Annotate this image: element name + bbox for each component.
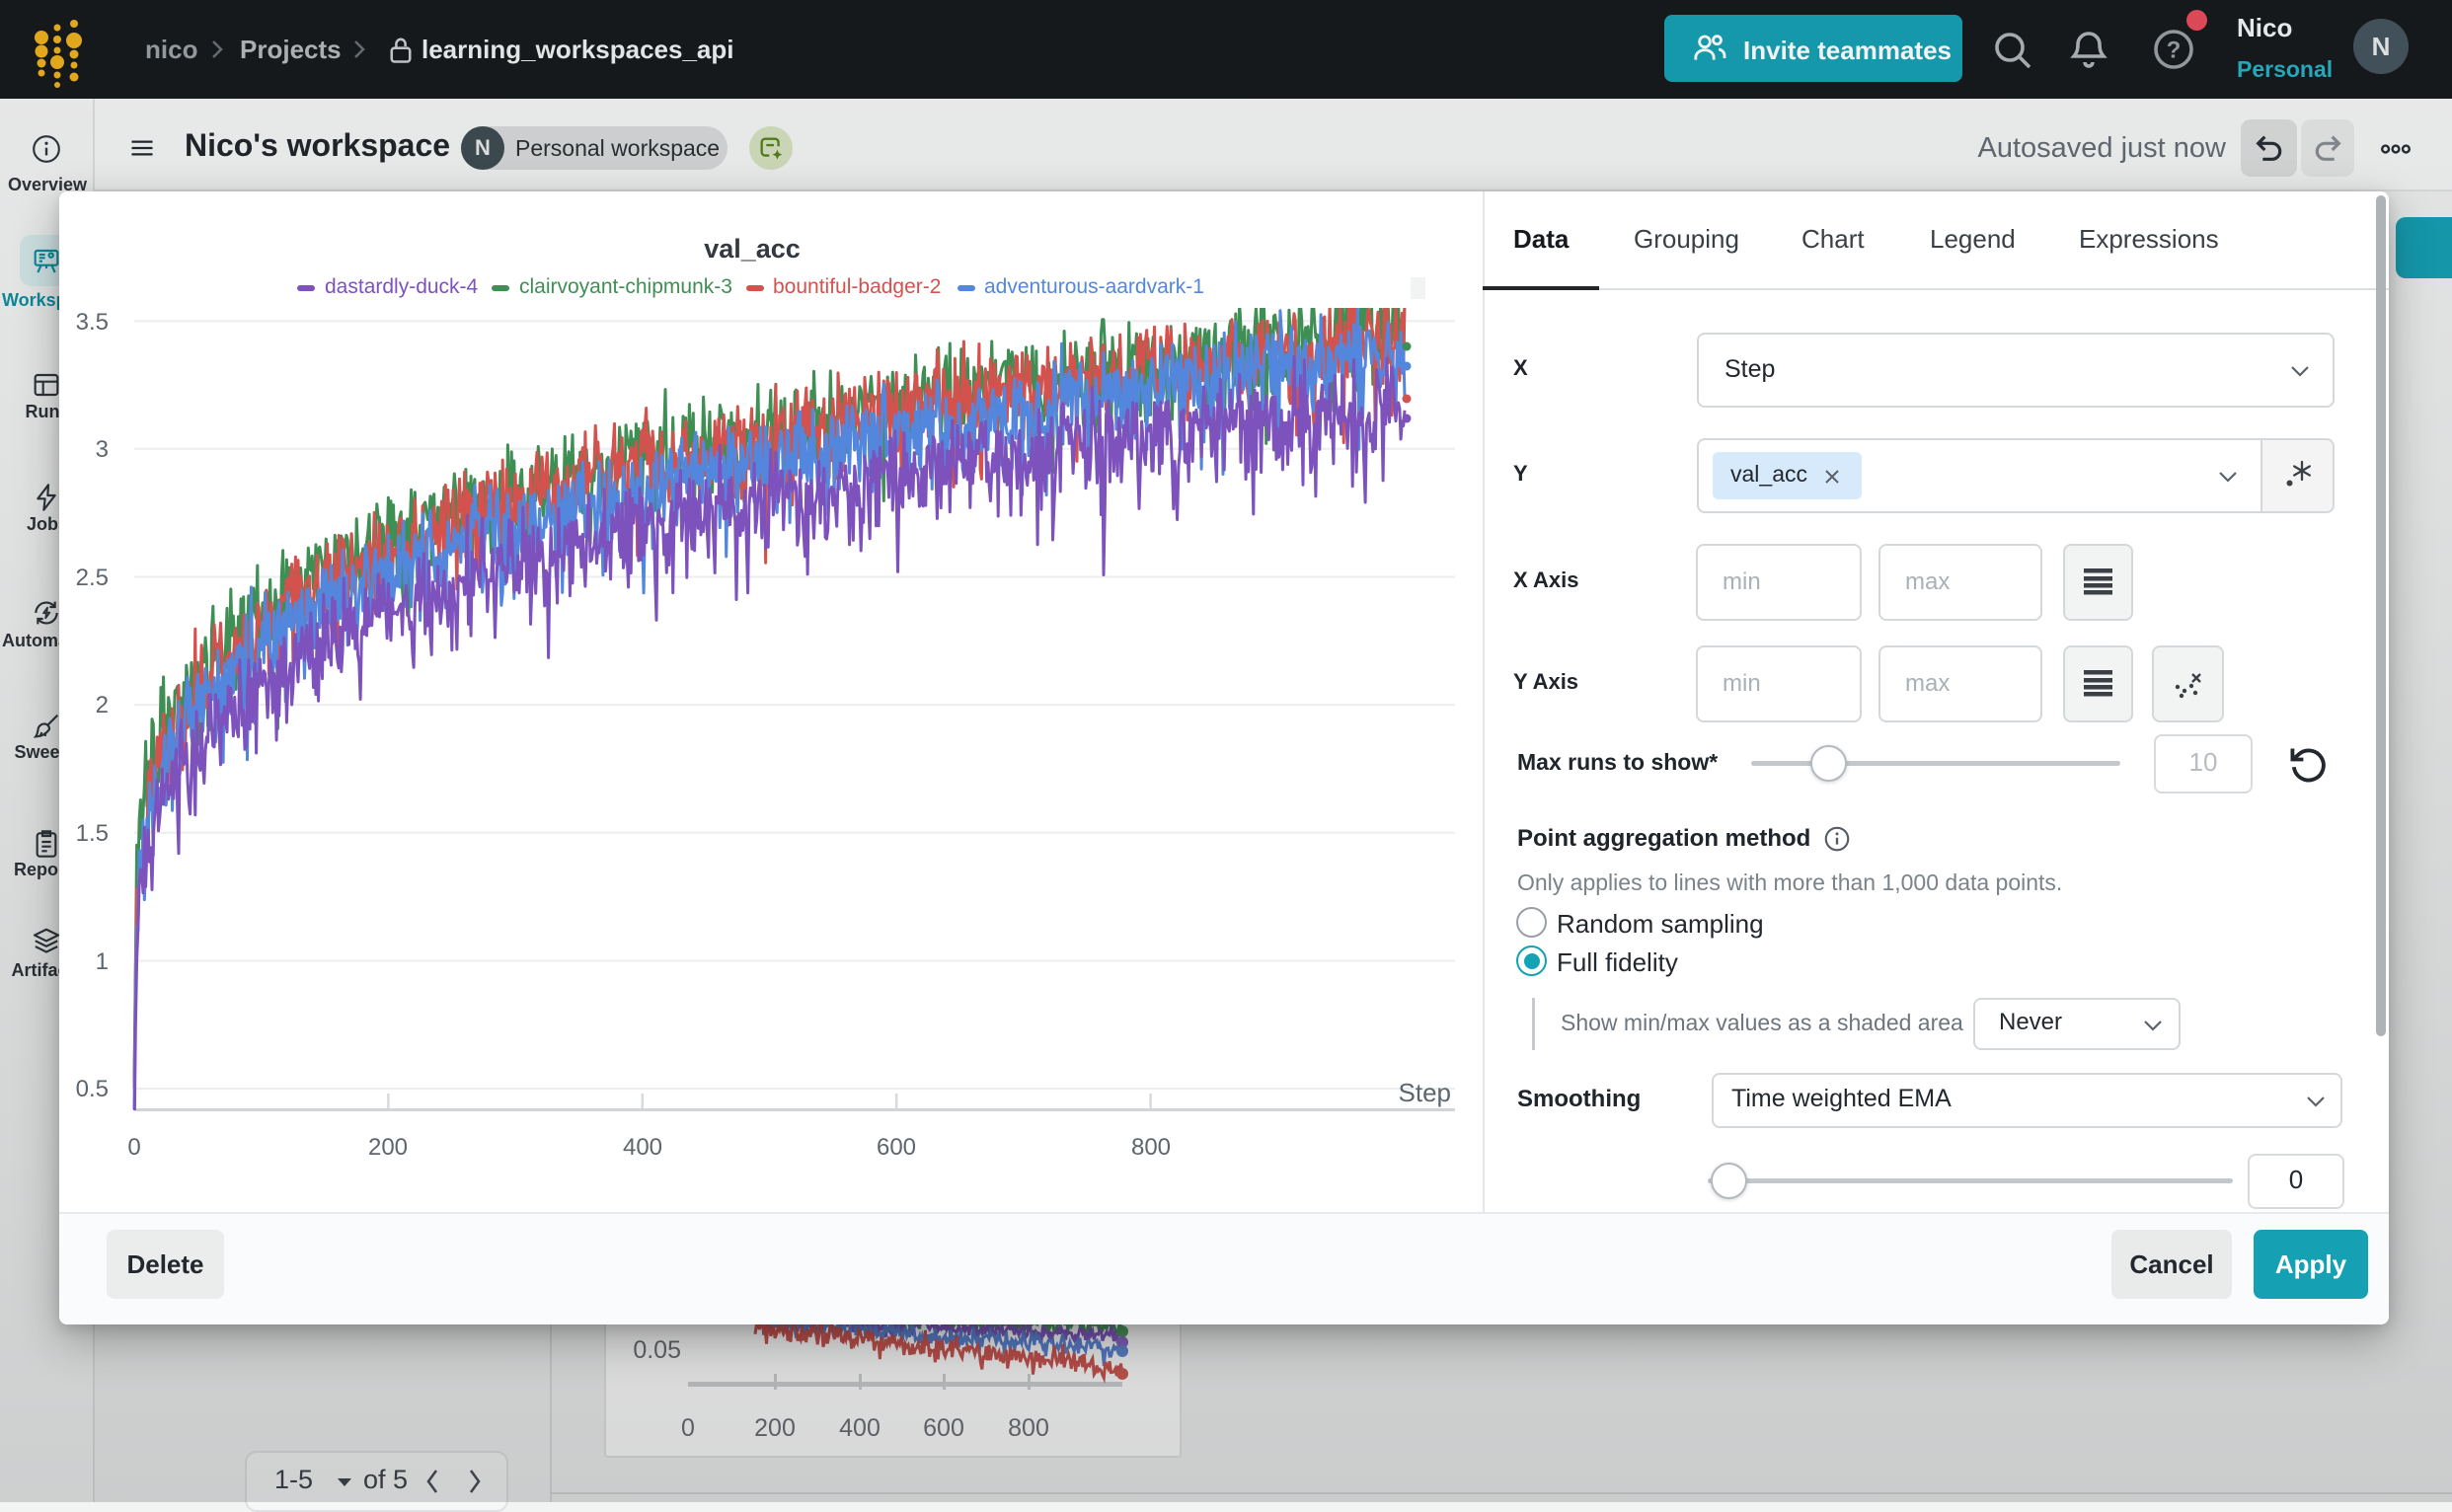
svg-text:2.5: 2.5 xyxy=(76,565,109,591)
svg-text:400: 400 xyxy=(623,1134,662,1161)
svg-text:600: 600 xyxy=(877,1134,916,1161)
svg-text:Step: Step xyxy=(1399,1078,1452,1107)
svg-text:2: 2 xyxy=(96,692,109,718)
svg-text:1: 1 xyxy=(96,948,109,975)
svg-text:800: 800 xyxy=(1131,1134,1171,1161)
svg-text:3: 3 xyxy=(96,436,109,463)
svg-text:0: 0 xyxy=(127,1134,140,1161)
svg-text:3.5: 3.5 xyxy=(76,309,109,336)
svg-text:0.5: 0.5 xyxy=(76,1076,109,1102)
svg-text:200: 200 xyxy=(368,1134,408,1161)
svg-text:1.5: 1.5 xyxy=(76,820,109,847)
